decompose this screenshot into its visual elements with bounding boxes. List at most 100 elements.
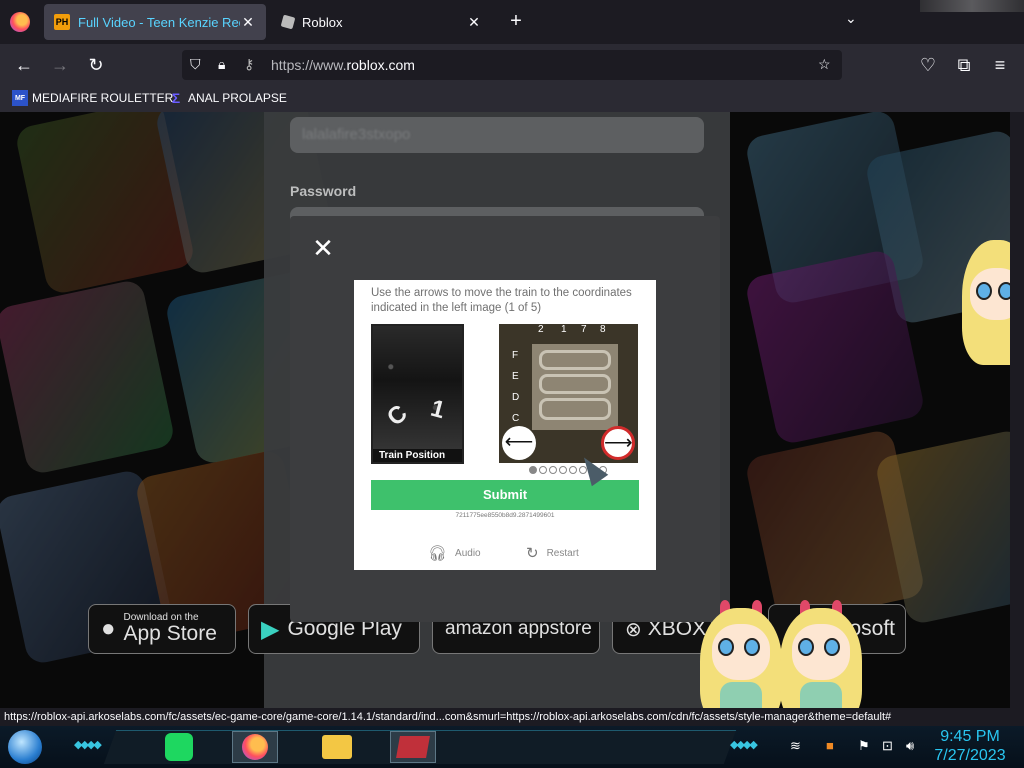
- shield-icon[interactable]: ⛉: [190, 56, 201, 73]
- captcha-instructions: Use the arrows to move the train to the …: [371, 287, 632, 314]
- store-large-text: App Store: [123, 622, 217, 646]
- app-store-badge[interactable]: ● Download on the App Store: [88, 604, 236, 654]
- apple-icon: ●: [101, 615, 116, 642]
- firefox-icon[interactable]: [10, 12, 30, 32]
- tab-title: Full Video - Teen Kenzie Reeves: [78, 14, 240, 30]
- reload-button[interactable]: ↻: [83, 52, 109, 78]
- show-hidden-icons[interactable]: ≋: [790, 738, 801, 754]
- bookmark-star-icon[interactable]: ☆: [818, 56, 831, 73]
- sigma-icon: Σ: [171, 90, 181, 106]
- extensions-icon[interactable]: ⧉: [951, 52, 977, 78]
- taskbar: ◆◆◆◆ ◆◆◆◆ ≋ ■ ⚑ ⊡ 🔊︎ 9:45 PM 7/27/2023: [0, 726, 1024, 768]
- progress-dot: [569, 466, 577, 474]
- spotify-icon: [165, 733, 193, 761]
- coord-label: 2: [538, 324, 544, 335]
- volume-icon[interactable]: 🔊︎: [906, 738, 914, 754]
- train-position-caption: Train Position: [373, 449, 462, 462]
- url-text[interactable]: https://www.roblox.com: [271, 57, 415, 73]
- tab-roblox[interactable]: Roblox ✕: [272, 4, 492, 40]
- sticker-eye: [744, 638, 760, 656]
- flag-icon[interactable]: ⚑: [858, 738, 870, 754]
- key-icon[interactable]: ⚷: [244, 56, 254, 73]
- restart-label: Restart: [546, 547, 579, 559]
- tab-bar: PH Full Video - Teen Kenzie Reeves ✕ Rob…: [0, 0, 1024, 44]
- page-scrollbar[interactable]: [1010, 112, 1024, 726]
- arrow-left-button[interactable]: ⟵: [502, 426, 536, 460]
- clock-date: 7/27/2023: [934, 747, 1006, 764]
- taskbar-decoration: ◆◆◆◆: [730, 739, 758, 751]
- pocket-icon[interactable]: ♡: [915, 52, 941, 78]
- firefox-icon: [242, 734, 268, 760]
- password-label: Password: [290, 183, 357, 199]
- taskbar-decoration: ◆◆◆◆: [74, 739, 102, 751]
- restart-icon: ↻: [526, 545, 539, 562]
- sticker-eye: [824, 638, 840, 656]
- track-segment: [539, 374, 611, 394]
- bookmark-label: MEDIAFIRE ROULETTER: [32, 91, 174, 105]
- audio-label: Audio: [455, 547, 481, 559]
- lock-icon[interactable]: 🔒︎: [218, 56, 225, 73]
- list-all-tabs-button[interactable]: ⌄: [845, 10, 857, 27]
- back-button[interactable]: ←: [11, 52, 37, 78]
- taskbar-firefox[interactable]: [232, 731, 278, 763]
- coord-label: D: [512, 392, 520, 403]
- sticker-eye: [798, 638, 814, 656]
- network-icon[interactable]: ⊡: [882, 738, 893, 754]
- bookmark-label: ANAL PROLAPSE: [188, 91, 287, 105]
- taskbar-roblox-player[interactable]: [390, 731, 436, 763]
- url-bar[interactable]: ⛉ 🔒︎ ⚷ https://www.roblox.com ☆: [182, 50, 842, 80]
- username-value: lalalafire3stxopo: [302, 126, 411, 143]
- sticker-eye: [718, 638, 734, 656]
- roblox-player-icon: [396, 736, 430, 758]
- taskbar-spotify[interactable]: [156, 731, 202, 763]
- track-segment: [539, 398, 611, 420]
- forward-button[interactable]: →: [47, 52, 73, 78]
- close-tab-icon[interactable]: ✕: [466, 14, 482, 31]
- app-tray-icon[interactable]: ■: [826, 738, 834, 753]
- username-field[interactable]: lalalafire3stxopo: [290, 117, 704, 153]
- train-board-image: 2 1 7 8 F E D C ⟵ ⟶: [499, 324, 638, 463]
- coord-label: 7: [581, 324, 587, 335]
- window-controls: [920, 0, 1024, 12]
- track-segment: [539, 350, 611, 370]
- audio-button[interactable]: 🎧︎ Audio: [428, 544, 481, 562]
- clock-time: 9:45 PM: [940, 728, 1000, 745]
- progress-dot: [559, 466, 567, 474]
- start-button[interactable]: [8, 730, 42, 764]
- new-tab-button[interactable]: +: [505, 10, 527, 32]
- coord-label: F: [512, 350, 519, 361]
- close-tab-icon[interactable]: ✕: [240, 14, 256, 31]
- link-status-bar: https://roblox-api.arkoselabs.com/fc/ass…: [0, 708, 1010, 726]
- play-icon: ▶: [261, 615, 280, 643]
- folder-icon: [322, 735, 352, 759]
- coord-label: 8: [600, 324, 606, 335]
- headphones-icon: 🎧︎: [428, 545, 448, 562]
- restart-button[interactable]: ↻ Restart: [526, 544, 579, 562]
- coord-label: C: [512, 413, 520, 424]
- progress-dot: [529, 466, 537, 474]
- coord-label: 1: [561, 324, 567, 335]
- close-modal-button[interactable]: ✕: [312, 235, 334, 261]
- mediafire-icon: MF: [12, 90, 28, 106]
- system-clock[interactable]: 9:45 PM 7/27/2023: [930, 727, 1010, 765]
- submit-button[interactable]: Submit: [371, 480, 639, 510]
- ph-favicon-icon: PH: [54, 14, 70, 30]
- menu-icon[interactable]: ≡: [987, 52, 1013, 78]
- taskbar-file-explorer[interactable]: [314, 731, 360, 763]
- bookmark-mediafire[interactable]: MF MEDIAFIRE ROULETTER: [12, 90, 173, 106]
- sticker-eye: [976, 282, 992, 300]
- progress-dot: [549, 466, 557, 474]
- bookmarks-toolbar: MF MEDIAFIRE ROULETTER Σ ANAL PROLAPSE: [0, 86, 1024, 112]
- captcha-frame: Use the arrows to move the train to the …: [354, 280, 656, 570]
- coord-label: E: [512, 371, 519, 382]
- session-id: 7211775ee8550b8d9.2871499601: [455, 512, 555, 519]
- tab-title: Roblox: [302, 14, 343, 30]
- progress-dot: [539, 466, 547, 474]
- bookmark-prolapse[interactable]: Σ ANAL PROLAPSE: [168, 90, 287, 106]
- navigation-toolbar: ← → ↻ ⛉ 🔒︎ ⚷ https://www.roblox.com ☆ ♡ …: [0, 44, 1024, 86]
- target-position-image: C 1 Train Position: [371, 324, 464, 464]
- arrow-right-button[interactable]: ⟶: [601, 426, 635, 460]
- image-noise: [373, 326, 462, 462]
- roblox-icon: [280, 14, 296, 30]
- tab-video[interactable]: PH Full Video - Teen Kenzie Reeves ✕: [44, 4, 266, 40]
